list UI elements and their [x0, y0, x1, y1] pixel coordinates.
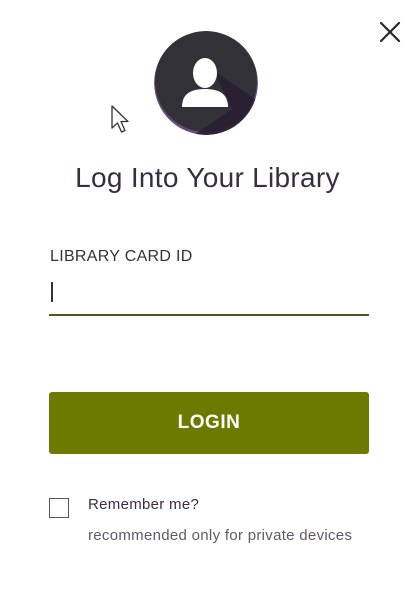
user-silhouette-icon [154, 31, 258, 135]
page-title: Log Into Your Library [75, 162, 340, 193]
avatar [154, 31, 258, 135]
remember-me-label[interactable]: Remember me? [88, 496, 199, 513]
library-card-id-label: LIBRARY CARD ID [50, 248, 193, 265]
mouse-cursor-icon [111, 105, 129, 133]
remember-me-checkbox[interactable] [49, 498, 69, 518]
close-button[interactable] [378, 20, 402, 44]
login-button[interactable]: LOGIN [49, 392, 369, 454]
text-caret [51, 282, 53, 302]
close-icon [379, 21, 401, 43]
library-card-id-input[interactable] [49, 276, 369, 316]
remember-me-note: recommended only for private devices [88, 527, 353, 544]
